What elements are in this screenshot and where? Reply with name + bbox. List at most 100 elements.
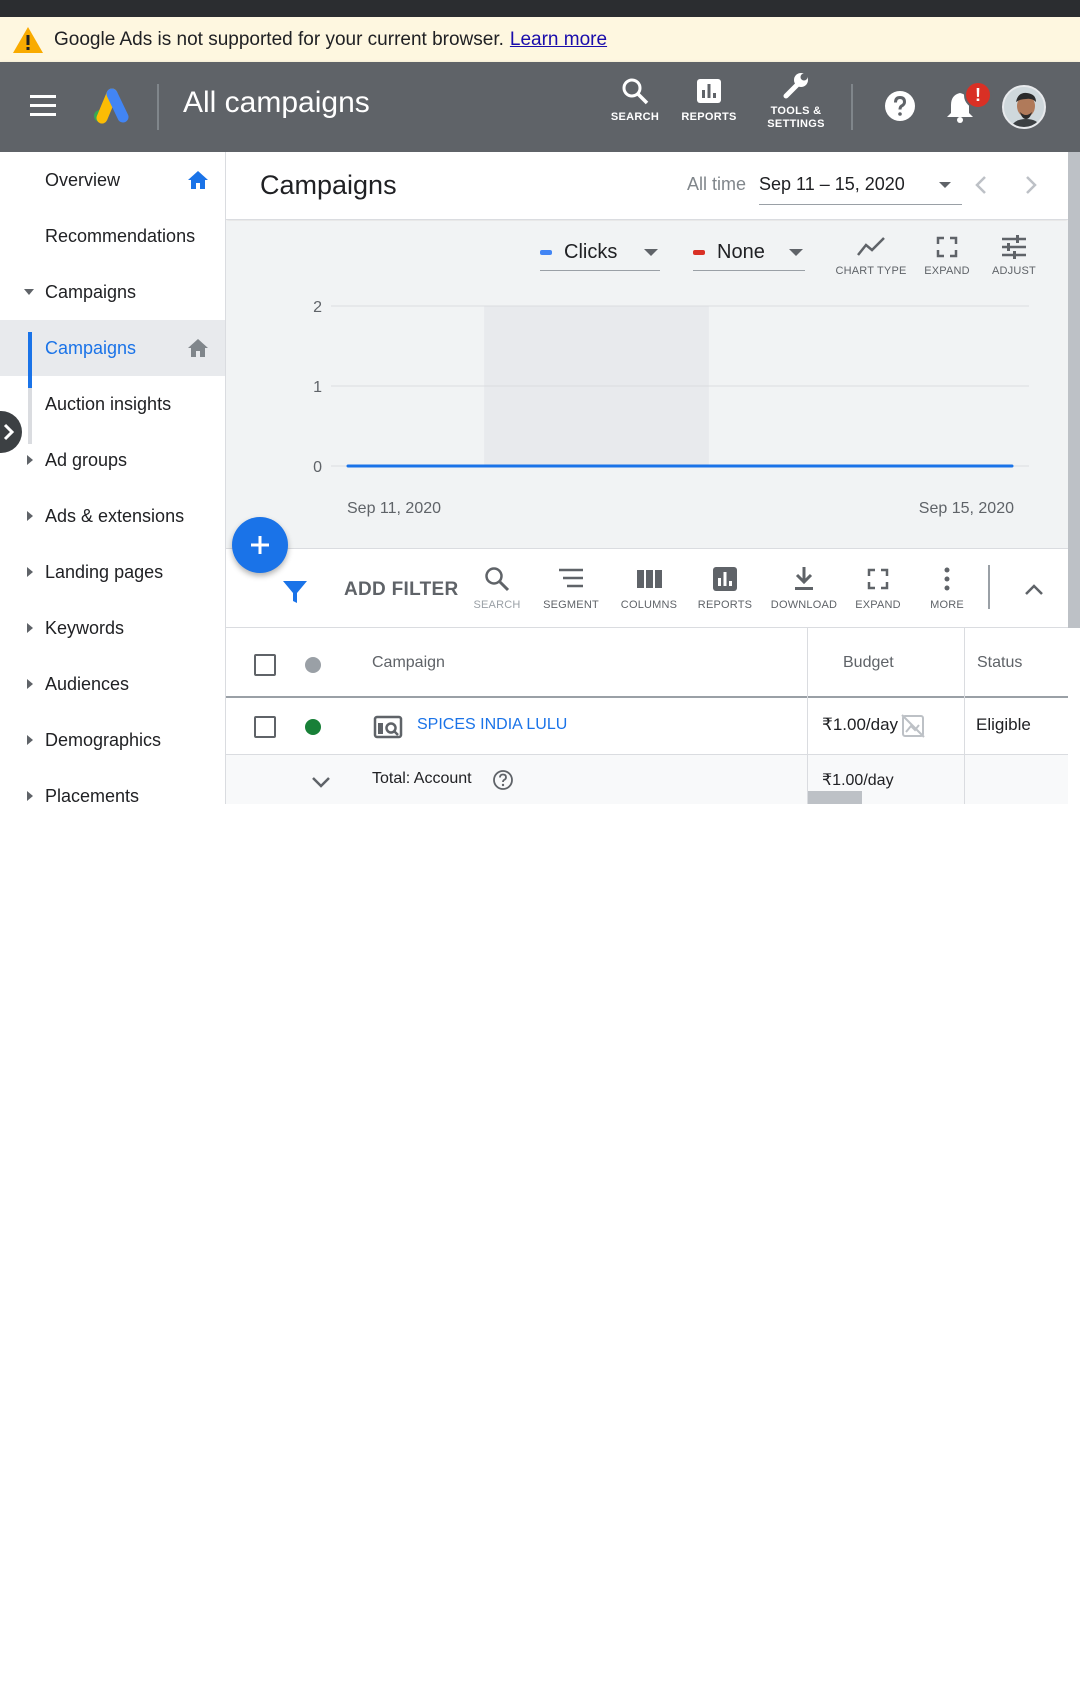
sidebar-item-overview[interactable]: Overview	[0, 152, 225, 208]
caret-right-icon	[27, 511, 33, 521]
previous-period-icon[interactable]	[970, 173, 994, 197]
table-expand-button[interactable]: EXPAND	[850, 565, 906, 611]
column-header-status[interactable]: Status	[977, 654, 1022, 672]
header-reports-label: REPORTS	[681, 111, 737, 123]
total-budget-value: ₹1.00/day	[822, 772, 894, 789]
budget-limited-image-icon	[901, 714, 925, 738]
data-point	[844, 464, 848, 468]
chevron-down-icon[interactable]	[310, 775, 332, 791]
app-header: All campaigns SEARCH REPORTS TOOLS & SET…	[0, 62, 1080, 152]
sub-indicator	[28, 388, 32, 444]
sidebar-group-campaigns[interactable]: Campaigns	[0, 264, 225, 320]
row-checkbox[interactable]	[254, 716, 276, 738]
status-enabled-dot-icon[interactable]	[304, 718, 322, 736]
next-period-icon[interactable]	[1018, 173, 1042, 197]
sidebar-item-campaigns[interactable]: Campaigns	[0, 320, 225, 376]
wrench-icon	[783, 73, 808, 99]
sidebar-item-label: Ad groups	[45, 449, 128, 470]
header-tools-settings-button[interactable]: TOOLS & SETTINGS	[762, 70, 830, 131]
metric-label: None	[717, 241, 765, 263]
filter-funnel-icon[interactable]	[282, 579, 308, 605]
status-value: Eligible	[976, 715, 1031, 734]
chart-type-button[interactable]: CHART TYPE	[834, 235, 908, 277]
caret-right-icon	[27, 455, 33, 465]
table-row: SPICES INDIA LULU ₹1.00/day Eligible	[226, 698, 1068, 755]
section-title: Campaigns	[260, 170, 397, 200]
columns-button[interactable]: COLUMNS	[616, 565, 682, 611]
segment-icon	[559, 568, 583, 588]
google-ads-logo[interactable]	[92, 88, 130, 124]
page-title: All campaigns	[183, 86, 370, 119]
metric-selector-clicks[interactable]: Clicks	[540, 235, 660, 271]
search-icon	[622, 78, 649, 105]
chart-tool-label: ADJUST	[992, 265, 1036, 277]
date-label: All time	[687, 174, 747, 194]
sidebar-item-placements[interactable]: Placements	[0, 768, 225, 805]
learn-more-link[interactable]: Learn more	[510, 29, 607, 51]
sidebar-item-landing-pages[interactable]: Landing pages	[0, 544, 225, 600]
download-button[interactable]: DOWNLOAD	[768, 565, 840, 611]
filter-toolbar: ADD FILTER SEARCH SEGMENT COLUMNS REPORT…	[226, 548, 1068, 628]
avatar[interactable]	[1002, 85, 1046, 129]
budget-value[interactable]: ₹1.00/day	[822, 715, 898, 735]
download-icon	[795, 567, 813, 590]
create-campaign-fab[interactable]	[232, 517, 288, 573]
header-reports-button[interactable]: REPORTS	[681, 76, 737, 124]
more-vert-icon	[944, 567, 950, 591]
tool-label: SEARCH	[473, 599, 521, 611]
sidebar-item-ads-extensions[interactable]: Ads & extensions	[0, 488, 225, 544]
campaign-name-link[interactable]: SPICES INDIA LULU	[417, 716, 567, 734]
sidebar-item-label: Recommendations	[45, 225, 196, 246]
header-search-label: SEARCH	[610, 111, 660, 123]
chart-expand-button[interactable]: EXPAND	[921, 235, 973, 277]
avatar-image	[1004, 87, 1044, 127]
date-range-selector[interactable]: Sep 11 – 15, 2020	[759, 174, 905, 195]
help-outline-icon[interactable]	[492, 769, 514, 791]
help-icon[interactable]	[884, 90, 916, 122]
column-header-budget[interactable]: Budget	[843, 654, 894, 672]
notification-badge[interactable]: !	[964, 81, 992, 109]
sidebar-item-label: Overview	[45, 169, 121, 190]
reports-icon	[713, 567, 737, 591]
sidebar-item-recommendations[interactable]: Recommendations	[0, 208, 225, 264]
status-filter-dot-icon[interactable]	[304, 656, 322, 674]
main-content: Campaigns All time Sep 11 – 15, 2020 0 1 2…	[226, 152, 1068, 804]
sidebar-collapse-toggle[interactable]	[0, 411, 22, 453]
date-dropdown-icon[interactable]	[939, 182, 951, 188]
browser-top-strip	[0, 0, 1080, 17]
caret-right-icon	[27, 567, 33, 577]
toolbar-divider	[988, 565, 990, 609]
date-underline	[759, 204, 962, 205]
line-chart-icon	[857, 237, 885, 256]
sidebar-item-audiences[interactable]: Audiences	[0, 656, 225, 712]
table-search-button[interactable]: SEARCH	[472, 565, 522, 611]
columns-icon	[637, 570, 662, 588]
more-button[interactable]: MORE	[922, 565, 972, 611]
add-filter-button[interactable]: ADD FILTER	[344, 579, 459, 601]
column-header-campaign[interactable]: Campaign	[372, 654, 445, 672]
metric-selector-none[interactable]: None	[693, 235, 805, 271]
menu-icon[interactable]	[28, 93, 60, 119]
segment-button[interactable]: SEGMENT	[541, 565, 601, 611]
select-all-checkbox[interactable]	[254, 654, 276, 676]
sidebar-item-auction-insights[interactable]: Auction insights	[0, 376, 225, 432]
sidebar-item-demographics[interactable]: Demographics	[0, 712, 225, 768]
chart-tool-label: CHART TYPE	[835, 265, 907, 277]
metric-color-swatch	[540, 250, 552, 255]
sidebar-item-label: Ads & extensions	[45, 505, 185, 526]
horizontal-scrollbar-thumb[interactable]	[808, 791, 862, 804]
chevron-up-icon[interactable]	[1021, 577, 1047, 603]
y-tick-label: 0	[313, 459, 322, 476]
data-point	[678, 464, 682, 468]
vertical-scrollbar-thumb[interactable]	[1068, 152, 1080, 628]
warning-message: Google Ads is not supported for your cur…	[54, 28, 504, 50]
x-tick-label: Sep 15, 2020	[919, 500, 1014, 517]
expand-icon	[936, 236, 958, 258]
caret-right-icon	[27, 735, 33, 745]
sidebar-item-label: Placements	[45, 785, 140, 805]
sidebar-item-keywords[interactable]: Keywords	[0, 600, 225, 656]
sidebar-item-ad-groups[interactable]: Ad groups	[0, 432, 225, 488]
table-reports-button[interactable]: REPORTS	[692, 565, 758, 611]
chart-adjust-button[interactable]: ADJUST	[988, 235, 1040, 277]
header-search-button[interactable]: SEARCH	[610, 76, 660, 124]
